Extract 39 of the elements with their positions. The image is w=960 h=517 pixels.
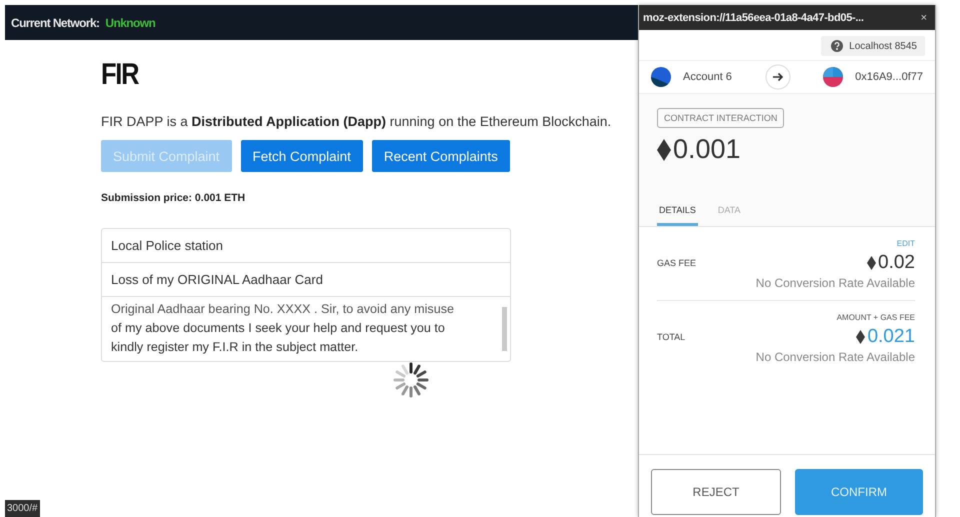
amount-value: 0.001 bbox=[673, 134, 741, 165]
message-line: Original Aadhaar bearing No. XXXX . Sir, to avoid any misuse bbox=[111, 301, 456, 318]
status-url: 3000/# bbox=[5, 500, 40, 517]
account-avatar-icon bbox=[651, 67, 671, 87]
transaction-type-tag: CONTRACT INTERACTION bbox=[657, 108, 784, 128]
arrow-right-icon bbox=[764, 64, 791, 90]
message-line: of my above documents I seek your help and request you to bbox=[111, 320, 446, 337]
ethereum-icon bbox=[867, 256, 876, 270]
ethereum-icon bbox=[856, 330, 866, 344]
details-tab[interactable]: DETAILS bbox=[657, 205, 698, 226]
close-button[interactable]: × bbox=[920, 12, 927, 24]
recipient-address: 0x16A9...0f77 bbox=[855, 71, 923, 83]
fee-amount: 0.021 bbox=[867, 326, 915, 348]
network-label: Current Network: bbox=[11, 16, 100, 30]
network-status: Unknown bbox=[105, 16, 156, 30]
help-icon bbox=[831, 40, 844, 52]
conversion-text: No Conversion Rate Available bbox=[756, 350, 915, 364]
popup-url: moz-extension://11a56eea-01a8-4a47-bd05-... bbox=[643, 12, 864, 24]
text-field[interactable]: Loss of my ORIGINAL Aadhaar Card bbox=[102, 263, 510, 297]
total-caption: AMOUNT + GAS FEE bbox=[836, 313, 915, 322]
fee-label: GAS FEE bbox=[657, 258, 696, 268]
reject-button[interactable]: REJECT bbox=[651, 469, 781, 515]
price-text: Submission price: 0.001 ETH bbox=[101, 192, 246, 204]
page-title: FIR bbox=[101, 58, 138, 92]
message-line: kindly register my F.I.R in the subject matter. bbox=[111, 339, 360, 356]
scrollbar-thumb[interactable] bbox=[502, 307, 507, 351]
fee-amount: 0.02 bbox=[878, 252, 915, 274]
fee-label: TOTAL bbox=[657, 332, 686, 342]
account-name: Account 6 bbox=[683, 71, 732, 83]
message-field[interactable]: Original Aadhaar bearing No. XXXX . Sir, to avoid any misuse of my above documents I seek your help and request you to kindly register my F.I.R in the subject matter. bbox=[102, 297, 510, 361]
network-name: Localhost 8545 bbox=[849, 40, 917, 52]
recipient-avatar-icon bbox=[823, 67, 844, 87]
ethereum-icon bbox=[657, 138, 671, 160]
description-text: FIR DAPP is a Distributed Application (Dapp) running on the Ethereum Blockchain. bbox=[101, 114, 612, 129]
action-button[interactable]: Recent Complaints bbox=[372, 140, 510, 172]
network-selector[interactable]: Localhost 8545 bbox=[821, 36, 925, 56]
conversion-text: No Conversion Rate Available bbox=[756, 276, 915, 290]
text-field[interactable]: Local Police station bbox=[102, 229, 510, 263]
action-button[interactable]: Fetch Complaint bbox=[240, 140, 363, 172]
